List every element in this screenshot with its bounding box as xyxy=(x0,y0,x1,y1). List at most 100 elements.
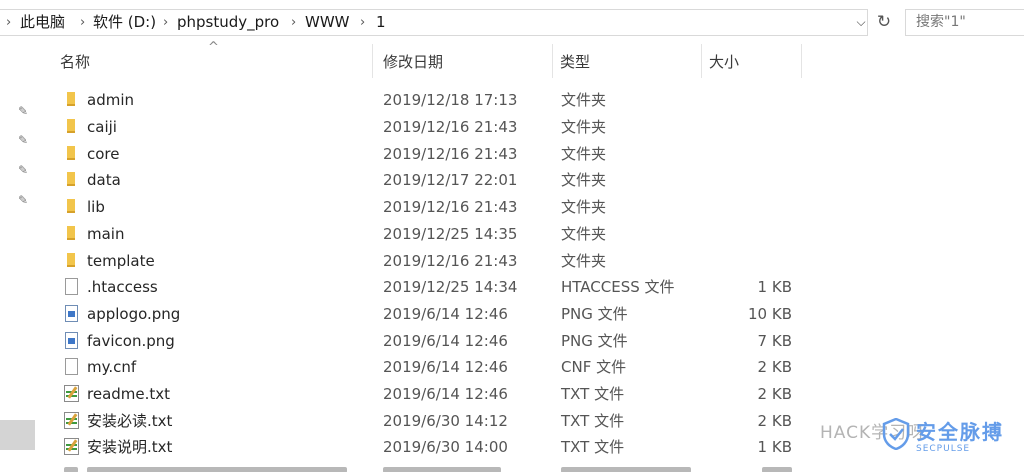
sort-ascending-icon: ^ xyxy=(208,40,219,55)
search-input[interactable]: 搜索"1" xyxy=(905,9,1024,36)
file-date: 2019/12/25 14:35 xyxy=(383,225,518,243)
file-name: caiji xyxy=(87,118,117,136)
file-row[interactable]: readme.txt 2019/6/14 12:46 TXT 文件 2 KB xyxy=(0,381,1024,407)
file-type: 文件夹 xyxy=(561,118,607,136)
file-size xyxy=(700,87,792,113)
file-date: 2019/6/14 12:46 xyxy=(383,358,508,376)
file-date: 2019/6/14 12:46 xyxy=(383,332,508,350)
file-name: main xyxy=(87,225,125,243)
file-date: 2019/12/16 21:43 xyxy=(383,252,518,270)
file-size-cut xyxy=(762,467,792,472)
file-type: HTACCESS 文件 xyxy=(561,278,675,296)
file-size: 2 KB xyxy=(757,412,792,430)
file-row[interactable]: template 2019/12/16 21:43 文件夹 xyxy=(0,248,1024,274)
folder-icon xyxy=(67,172,75,186)
file-size xyxy=(700,194,792,220)
column-header-date[interactable]: 修改日期 xyxy=(383,44,443,84)
column-header: ^ 名称 修改日期 类型 大小 xyxy=(46,40,806,84)
file-row[interactable]: core 2019/12/16 21:43 文件夹 xyxy=(0,141,1024,167)
file-name: .htaccess xyxy=(87,278,158,296)
file-icon xyxy=(65,358,78,375)
file-size xyxy=(700,141,792,167)
text-file-icon xyxy=(64,385,79,402)
shield-icon xyxy=(882,418,910,450)
brand-watermark-text: 安全脉搏 xyxy=(916,420,1004,444)
folder-icon xyxy=(67,199,75,213)
file-size: 1 KB xyxy=(757,278,792,296)
text-file-icon xyxy=(64,412,79,429)
breadcrumb-www[interactable]: WWW xyxy=(305,10,350,35)
breadcrumb-separator-icon[interactable]: › xyxy=(291,10,296,35)
breadcrumb-folder-1[interactable]: 1 xyxy=(376,10,386,35)
file-icon xyxy=(65,278,78,295)
file-date-cut xyxy=(383,467,501,472)
file-row[interactable]: data 2019/12/17 22:01 文件夹 xyxy=(0,167,1024,193)
file-type: TXT 文件 xyxy=(561,412,625,430)
column-divider[interactable] xyxy=(372,44,373,78)
file-type: TXT 文件 xyxy=(561,438,625,456)
file-name: favicon.png xyxy=(87,332,175,350)
column-divider[interactable] xyxy=(801,44,802,78)
breadcrumb-this-pc[interactable]: 此电脑 xyxy=(20,10,65,35)
file-size: 1 KB xyxy=(757,438,792,456)
file-date: 2019/12/17 22:01 xyxy=(383,171,518,189)
file-row[interactable]: favicon.png 2019/6/14 12:46 PNG 文件 7 KB xyxy=(0,328,1024,354)
column-divider[interactable] xyxy=(701,44,702,78)
file-date: 2019/12/18 17:13 xyxy=(383,91,518,109)
breadcrumb-drive-d[interactable]: 软件 (D:) xyxy=(93,10,156,35)
file-type-cut xyxy=(561,467,691,472)
breadcrumb-separator-icon[interactable]: › xyxy=(6,10,11,35)
folder-icon xyxy=(67,146,75,160)
brand-watermark-subtext: SECPULSE xyxy=(916,444,971,454)
file-type: PNG 文件 xyxy=(561,332,628,350)
breadcrumb-separator-icon[interactable]: › xyxy=(163,10,168,35)
folder-icon xyxy=(67,226,75,240)
breadcrumb-phpstudy-pro[interactable]: phpstudy_pro xyxy=(177,10,279,35)
file-type: 文件夹 xyxy=(561,91,607,109)
file-size xyxy=(700,248,792,274)
file-row[interactable]: caiji 2019/12/16 21:43 文件夹 xyxy=(0,114,1024,140)
file-size xyxy=(700,221,792,247)
file-date: 2019/6/14 12:46 xyxy=(383,305,508,323)
breadcrumb-separator-icon[interactable]: › xyxy=(360,10,365,35)
image-file-icon xyxy=(65,305,78,322)
file-row[interactable]: applogo.png 2019/6/14 12:46 PNG 文件 10 KB xyxy=(0,301,1024,327)
file-size: 7 KB xyxy=(757,332,792,350)
file-name: lib xyxy=(87,198,105,216)
file-name: my.cnf xyxy=(87,358,137,376)
file-row[interactable]: main 2019/12/25 14:35 文件夹 xyxy=(0,221,1024,247)
file-date: 2019/12/16 21:43 xyxy=(383,198,518,216)
file-size: 2 KB xyxy=(757,358,792,376)
file-type: 文件夹 xyxy=(561,198,607,216)
file-row[interactable]: lib 2019/12/16 21:43 文件夹 xyxy=(0,194,1024,220)
text-file-icon xyxy=(64,438,79,455)
file-name: core xyxy=(87,145,120,163)
file-size xyxy=(700,167,792,193)
file-type: TXT 文件 xyxy=(561,385,625,403)
file-row[interactable]: .htaccess 2019/12/25 14:34 HTACCESS 文件 1… xyxy=(0,274,1024,300)
folder-icon xyxy=(67,119,75,133)
file-name: 安装说明.txt xyxy=(87,438,173,456)
column-header-name[interactable]: 名称 xyxy=(60,44,90,84)
refresh-icon[interactable]: ↻ xyxy=(872,9,896,36)
column-header-type[interactable]: 类型 xyxy=(560,44,590,84)
address-bar[interactable]: › 此电脑 › 软件 (D:) › phpstudy_pro › WWW › 1 xyxy=(0,9,868,36)
breadcrumb-separator-icon[interactable]: › xyxy=(80,10,85,35)
chevron-down-icon[interactable]: ⌵ xyxy=(852,9,870,36)
file-name-cut xyxy=(87,467,347,472)
file-type: CNF 文件 xyxy=(561,358,627,376)
file-type: 文件夹 xyxy=(561,225,607,243)
column-divider[interactable] xyxy=(552,44,553,78)
file-date: 2019/6/30 14:00 xyxy=(383,438,508,456)
file-row[interactable]: my.cnf 2019/6/14 12:46 CNF 文件 2 KB xyxy=(0,354,1024,380)
folder-icon xyxy=(67,253,75,267)
file-type: 文件夹 xyxy=(561,145,607,163)
file-date: 2019/6/14 12:46 xyxy=(383,385,508,403)
navigation-bar: › 此电脑 › 软件 (D:) › phpstudy_pro › WWW › 1… xyxy=(0,0,1024,44)
file-date: 2019/12/16 21:43 xyxy=(383,145,518,163)
file-type: 文件夹 xyxy=(561,171,607,189)
file-row[interactable]: admin 2019/12/18 17:13 文件夹 xyxy=(0,87,1024,113)
file-date: 2019/6/30 14:12 xyxy=(383,412,508,430)
file-size xyxy=(700,114,792,140)
column-header-size[interactable]: 大小 xyxy=(709,44,739,84)
